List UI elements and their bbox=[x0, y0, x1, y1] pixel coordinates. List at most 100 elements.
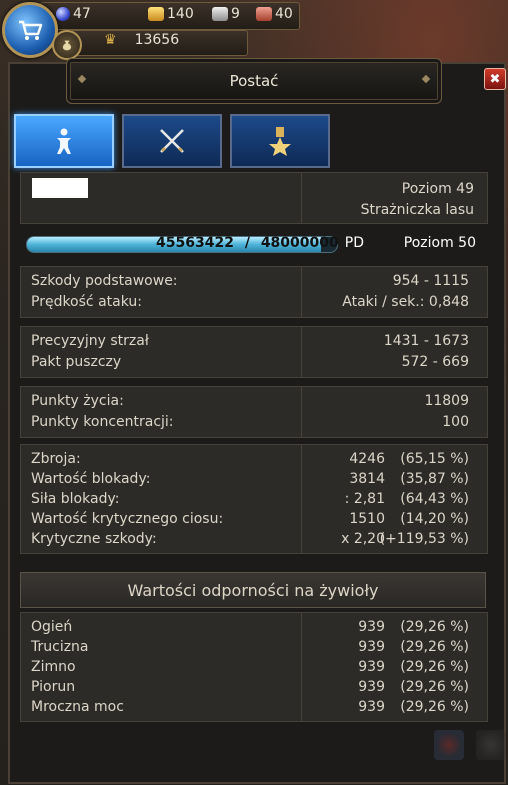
resistance-label: Piorun bbox=[31, 679, 76, 695]
close-icon: ✖ bbox=[489, 71, 501, 87]
resistance-percent: (29,26 %) bbox=[400, 699, 469, 715]
gold-counter: 140 bbox=[148, 6, 194, 22]
gold-value: 140 bbox=[167, 6, 194, 22]
stat-row: Krytyczne szkody: x 2,20 (+119,53 %) bbox=[31, 531, 469, 547]
window-title: Postać bbox=[229, 72, 279, 90]
resistance-row: Piorun 939 (29,26 %) bbox=[31, 679, 469, 695]
stat-value: 954 - 1115 bbox=[392, 273, 469, 289]
stat-label: Zbroja: bbox=[31, 451, 81, 467]
copper-value: 40 bbox=[275, 6, 293, 22]
attack-stats-panel: Szkody podstawowe: 954 - 1115 Prędkość a… bbox=[20, 266, 488, 318]
stat-value: 11809 bbox=[424, 393, 469, 409]
resistance-percent: (29,26 %) bbox=[400, 639, 469, 655]
stat-percent: (35,87 %) bbox=[400, 471, 469, 487]
stat-label: Prędkość ataku: bbox=[31, 294, 142, 310]
resistance-value: 939 bbox=[358, 679, 385, 695]
stat-label: Siła blokady: bbox=[31, 491, 120, 507]
resistance-row: Ogień 939 (29,26 %) bbox=[31, 619, 469, 635]
close-button[interactable]: ✖ bbox=[484, 68, 506, 90]
xp-separator: / bbox=[244, 235, 250, 251]
stat-value: x 2,20 bbox=[341, 531, 385, 547]
stat-row: Wartość blokady: 3814 (35,87 %) bbox=[31, 471, 469, 487]
gems-value: 47 bbox=[73, 6, 91, 22]
stat-label: Precyzyjny strzał bbox=[31, 333, 149, 349]
skill-stats-panel: Precyzyjny strzał 1431 - 1673 Pakt puszc… bbox=[20, 326, 488, 378]
stat-label: Krytyczne szkody: bbox=[31, 531, 157, 547]
resistance-row: Mroczna moc 939 (29,26 %) bbox=[31, 699, 469, 715]
resistance-percent: (29,26 %) bbox=[400, 619, 469, 635]
ornament-dot bbox=[77, 74, 87, 84]
vital-stats-panel: Punkty życia: 11809 Punkty koncentracji:… bbox=[20, 386, 488, 438]
resistance-row: Zimno 939 (29,26 %) bbox=[31, 659, 469, 675]
resistance-row: Trucizna 939 (29,26 %) bbox=[31, 639, 469, 655]
cart-icon bbox=[19, 20, 43, 40]
hotbar-skill-icon[interactable] bbox=[476, 730, 506, 760]
resistance-label: Trucizna bbox=[31, 639, 89, 655]
gold-bag-button[interactable] bbox=[52, 30, 82, 60]
xp-text: 45563422 / 48000000 PD bbox=[156, 235, 364, 251]
stat-row: Punkty koncentracji: 100 bbox=[31, 414, 469, 430]
stat-row: Szkody podstawowe: 954 - 1115 bbox=[31, 273, 469, 289]
resistance-percent: (29,26 %) bbox=[400, 679, 469, 695]
resistance-label: Zimno bbox=[31, 659, 76, 675]
stat-value: 4246 bbox=[349, 451, 385, 467]
tab-bar bbox=[14, 114, 330, 168]
silver-coins-icon bbox=[212, 7, 228, 21]
tab-character[interactable] bbox=[14, 114, 114, 168]
defense-stats-panel: Zbroja: 4246 (65,15 %) Wartość blokady: … bbox=[20, 444, 488, 554]
stat-row: Siła blokady: : 2,81 (64,43 %) bbox=[31, 491, 469, 507]
stat-label: Punkty koncentracji: bbox=[31, 414, 174, 430]
stat-percent: (65,15 %) bbox=[400, 451, 469, 467]
tab-achievements[interactable] bbox=[230, 114, 330, 168]
resistance-value: 939 bbox=[358, 639, 385, 655]
hotbar-skill-icon[interactable] bbox=[434, 730, 464, 760]
next-level: Poziom 50 bbox=[403, 235, 476, 251]
stat-value: 572 - 669 bbox=[401, 354, 469, 370]
resistances-panel: Ogień 939 (29,26 %) Trucizna 939 (29,26 … bbox=[20, 612, 488, 722]
stat-value: 1431 - 1673 bbox=[383, 333, 469, 349]
stat-value: 3814 bbox=[349, 471, 385, 487]
medal-star-icon bbox=[269, 127, 291, 156]
silver-counter: 9 bbox=[212, 6, 240, 22]
resistances-title: Wartości odporności na żywioły bbox=[127, 580, 379, 600]
resistance-value: 939 bbox=[358, 699, 385, 715]
person-icon bbox=[57, 128, 71, 154]
resistance-percent: (29,26 %) bbox=[400, 659, 469, 675]
character-class: Strażniczka lasu bbox=[360, 202, 474, 218]
character-name-redacted bbox=[32, 178, 88, 198]
xp-max: 48000000 bbox=[260, 235, 339, 251]
experience-bar: 45563422 / 48000000 PD Poziom 50 bbox=[26, 234, 486, 254]
stat-value: Ataki / sek.: 0,848 bbox=[342, 294, 469, 310]
stat-label: Wartość krytycznego ciosu: bbox=[31, 511, 224, 527]
shop-cart-button[interactable] bbox=[2, 2, 58, 58]
resistance-value: 939 bbox=[358, 619, 385, 635]
stat-row: Precyzyjny strzał 1431 - 1673 bbox=[31, 333, 469, 349]
resource-bar: 47 140 9 40 ♛ 13656 bbox=[0, 0, 300, 60]
stat-label: Wartość blokady: bbox=[31, 471, 151, 487]
resistance-label: Ogień bbox=[31, 619, 73, 635]
crossed-swords-icon bbox=[160, 129, 184, 153]
resistances-heading: Wartości odporności na żywioły bbox=[20, 572, 486, 608]
gold-coins-icon bbox=[148, 7, 164, 21]
stat-value: 100 bbox=[442, 414, 469, 430]
stat-label: Pakt puszczy bbox=[31, 354, 122, 370]
stat-row: Pakt puszczy 572 - 669 bbox=[31, 354, 469, 370]
stat-row: Zbroja: 4246 (65,15 %) bbox=[31, 451, 469, 467]
ornament-dot bbox=[421, 74, 431, 84]
honor-counter: ♛ 13656 bbox=[104, 32, 179, 48]
silver-value: 9 bbox=[231, 6, 240, 22]
stat-label: Szkody podstawowe: bbox=[31, 273, 178, 289]
xp-current: 45563422 bbox=[156, 235, 234, 251]
stat-value: : 2,81 bbox=[344, 491, 385, 507]
copper-counter: 40 bbox=[256, 6, 293, 22]
resistance-label: Mroczna moc bbox=[31, 699, 124, 715]
copper-coins-icon bbox=[256, 7, 272, 21]
gems-counter: 47 bbox=[56, 6, 91, 22]
character-level: Poziom 49 bbox=[401, 181, 474, 197]
resistance-value: 939 bbox=[358, 659, 385, 675]
honor-value: 13656 bbox=[134, 32, 180, 48]
stat-row: Wartość krytycznego ciosu: 1510 (14,20 %… bbox=[31, 511, 469, 527]
money-bag-icon bbox=[62, 40, 72, 51]
tab-equipment[interactable] bbox=[122, 114, 222, 168]
stat-percent: (64,43 %) bbox=[400, 491, 469, 507]
